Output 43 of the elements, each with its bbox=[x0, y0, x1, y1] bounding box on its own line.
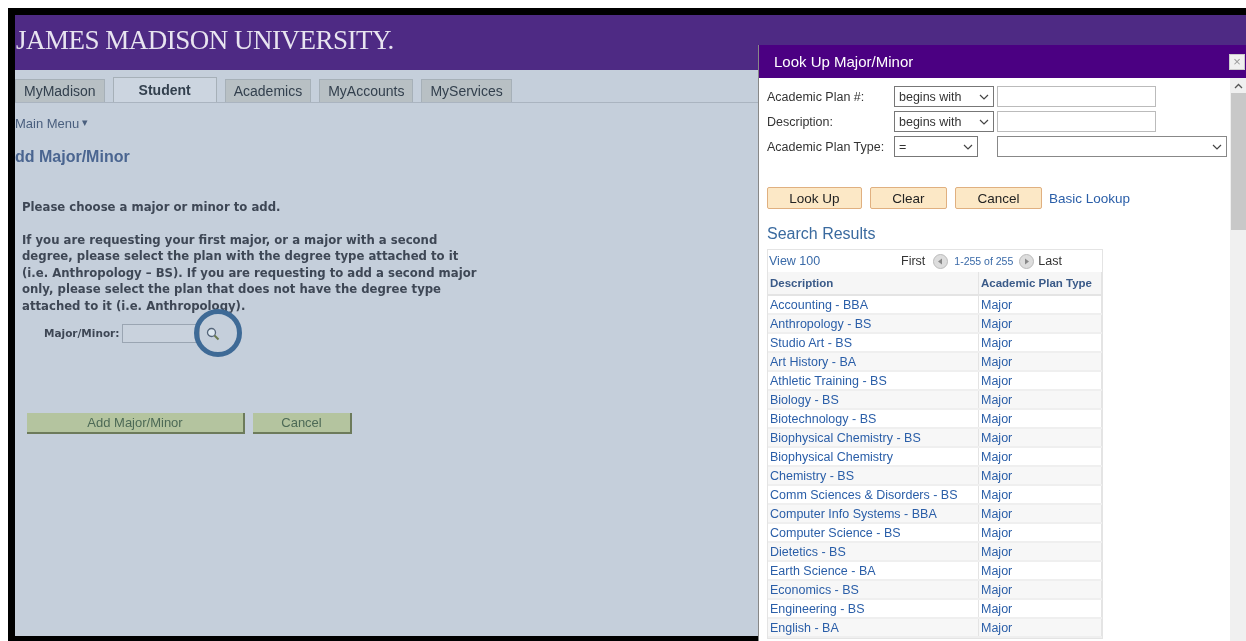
chevron-icon bbox=[979, 118, 989, 125]
row-range: 1-255 of 255 bbox=[954, 255, 1014, 267]
search-icon bbox=[206, 326, 221, 341]
basic-lookup-link[interactable]: Basic Lookup bbox=[1049, 190, 1131, 206]
criteria-label: Description: bbox=[767, 114, 834, 129]
scroll-thumb[interactable] bbox=[1231, 93, 1246, 230]
results-heading: Search Results bbox=[767, 225, 877, 243]
first-label: First bbox=[901, 254, 926, 268]
cancel-button[interactable]: Cancel bbox=[253, 413, 352, 434]
intro-text: Please choose a major or minor to add. bbox=[22, 199, 282, 216]
criteria-input[interactable] bbox=[997, 111, 1156, 132]
dialog-title: Look Up Major/Minor bbox=[774, 53, 914, 70]
column-header: Description bbox=[768, 272, 979, 295]
nav-tab[interactable]: Academics bbox=[224, 79, 312, 102]
criteria-input[interactable] bbox=[997, 86, 1156, 107]
chevron-icon bbox=[979, 93, 989, 100]
scrollbar[interactable] bbox=[1230, 78, 1246, 641]
scroll-up-icon[interactable] bbox=[1234, 83, 1243, 89]
lookup-button[interactable]: Look Up bbox=[767, 187, 862, 209]
column-header: Academic Plan Type bbox=[978, 272, 1102, 295]
field-label: Major/Minor: bbox=[44, 326, 120, 342]
chevron-icon bbox=[1212, 143, 1222, 150]
operator-dropdown[interactable]: = bbox=[894, 136, 978, 157]
nav-tab[interactable]: MyMadison bbox=[15, 79, 105, 102]
nav-tab[interactable]: MyServices bbox=[421, 79, 512, 102]
next-icon[interactable] bbox=[1019, 253, 1035, 269]
last-label: Last bbox=[1038, 254, 1062, 268]
add-button[interactable]: Add Major/Minor bbox=[27, 413, 245, 434]
cancel-button[interactable]: Cancel bbox=[955, 187, 1042, 209]
chevron-icon bbox=[963, 143, 973, 150]
instructions-text: If you are requesting your first major, or a major with a second degree, please select the plan with the degree type attached to it (i.e. Anthropology – BS). If you are requesting to add a second major only, please select the plan that does not have the degree type attached to it (i.e. Anthropology). bbox=[22, 231, 478, 314]
clear-button[interactable]: Clear bbox=[870, 187, 947, 209]
operator-dropdown[interactable]: begins with bbox=[894, 111, 994, 132]
criteria-label: Academic Plan Type: bbox=[767, 139, 886, 154]
nav-tab[interactable]: Student bbox=[112, 77, 217, 102]
main-menu-link[interactable]: Main Menu ▾ bbox=[15, 116, 89, 131]
criteria-label: Academic Plan #: bbox=[767, 89, 866, 104]
previous-icon[interactable] bbox=[933, 253, 949, 269]
value-dropdown[interactable] bbox=[997, 136, 1227, 157]
view-all-link[interactable]: View 100 bbox=[768, 254, 901, 268]
operator-dropdown[interactable]: begins with bbox=[894, 86, 994, 107]
nav-tab[interactable]: MyAccounts bbox=[319, 79, 414, 102]
university-logo-text: JAMES MADISON UNIVERSITY. bbox=[16, 25, 394, 56]
